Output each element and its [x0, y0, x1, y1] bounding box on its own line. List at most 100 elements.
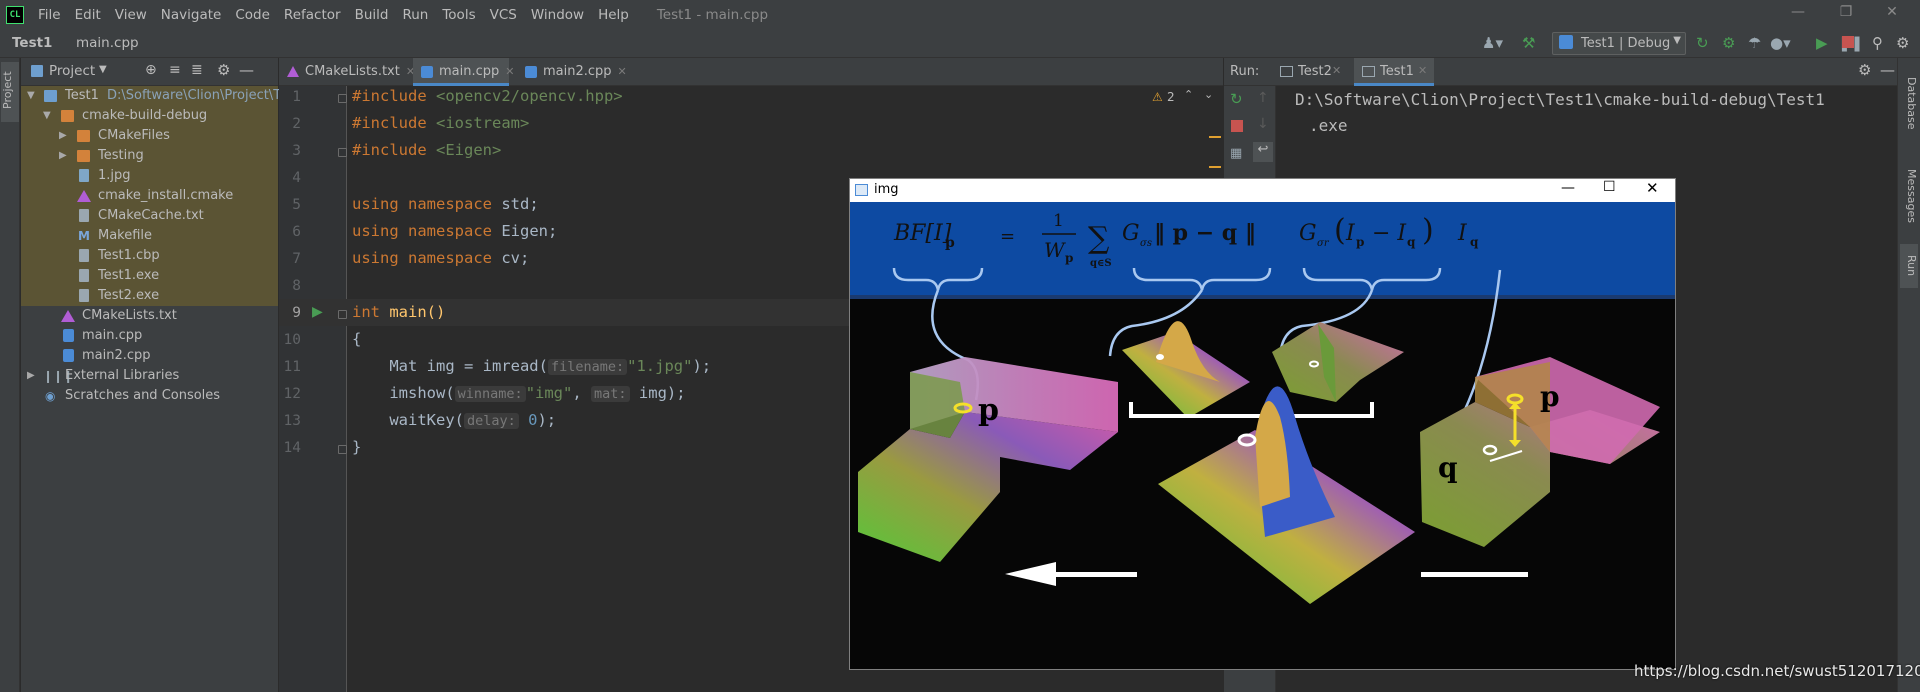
tree-item-test1[interactable]: ▼ Test1 D:\Software\Clion\Project\Tes	[21, 86, 294, 106]
menu-run[interactable]: Run	[396, 7, 436, 23]
error-stripe-marker[interactable]	[1209, 166, 1221, 168]
user-icon[interactable]: ♟▾	[1482, 34, 1503, 52]
rerun-icon[interactable]: ↻	[1230, 90, 1243, 108]
project-tool-button[interactable]: Project	[1, 62, 19, 122]
close-icon[interactable]: ✕	[1872, 4, 1912, 26]
stop-icon[interactable]	[1231, 120, 1243, 132]
arrow-down-icon[interactable]: ↓	[1257, 116, 1269, 132]
combined-weight	[1158, 386, 1415, 604]
tree-item-test1-cbp[interactable]: Test1.cbp	[21, 246, 278, 266]
chevron-down-icon[interactable]: ▼	[27, 86, 35, 106]
run-gutter-icon[interactable]: ▶	[312, 304, 323, 320]
chevron-right-icon[interactable]: ▶	[59, 146, 67, 166]
tab-main-cpp[interactable]: main.cpp ✕	[413, 58, 514, 86]
image-file-icon	[79, 169, 89, 182]
minimize-icon[interactable]: —	[1778, 4, 1818, 26]
tree-item-scratches[interactable]: ◉ Scratches and Consoles	[21, 386, 278, 406]
run-tool-button[interactable]: Run	[1900, 244, 1918, 288]
menu-navigate[interactable]: Navigate	[155, 7, 230, 23]
menu-edit[interactable]: Edit	[69, 7, 109, 23]
menu-refactor[interactable]: Refactor	[278, 7, 349, 23]
fold-icon[interactable]	[338, 148, 347, 157]
profile-icon[interactable]: ●▾	[1770, 34, 1791, 52]
menu-file[interactable]: File	[32, 7, 69, 23]
coverage-icon[interactable]: ☂	[1748, 34, 1761, 52]
tree-item-cmakefiles[interactable]: ▶ CMakeFiles	[21, 126, 278, 146]
chevron-down-icon[interactable]: ⌄	[1204, 88, 1213, 101]
close-icon[interactable]: ✕	[505, 65, 514, 78]
debug-icon[interactable]: ⚙	[1722, 34, 1735, 52]
tree-item-cmake-install[interactable]: cmake_install.cmake	[21, 186, 278, 206]
maximize-icon[interactable]: ☐	[1603, 179, 1616, 195]
arrow-up-icon[interactable]: ↑	[1257, 90, 1269, 106]
locate-icon[interactable]: ⊕	[145, 62, 157, 78]
tree-item-1jpg[interactable]: 1.jpg	[21, 166, 278, 186]
menu-build[interactable]: Build	[349, 7, 397, 23]
layout-icon[interactable]: ▦	[1230, 146, 1242, 161]
tab-cmakelists[interactable]: CMakeLists.txt ✕	[279, 58, 415, 86]
gear-icon[interactable]: ⚙	[217, 61, 230, 79]
tree-item-test1-exe[interactable]: Test1.exe	[21, 266, 278, 286]
tree-item-makefile[interactable]: M Makefile	[21, 226, 278, 246]
close-icon[interactable]: ✕	[1332, 64, 1341, 77]
code-line-2: #include <iostream>	[352, 114, 529, 132]
chevron-right-icon[interactable]: ▶	[59, 126, 67, 146]
error-stripe-marker[interactable]	[1209, 136, 1221, 138]
project-panel-title[interactable]: Project	[49, 63, 95, 79]
image-window-titlebar[interactable]: img — ☐ ✕	[850, 179, 1675, 202]
line-number: 4	[292, 170, 301, 186]
close-icon[interactable]: ✕	[1646, 179, 1659, 197]
search-icon[interactable]: ⚲	[1872, 34, 1883, 52]
settings-icon[interactable]: ⚙	[1896, 34, 1909, 52]
menu-tools[interactable]: Tools	[436, 7, 483, 23]
fold-icon[interactable]	[338, 310, 347, 319]
restore-icon[interactable]: ❐	[1826, 4, 1866, 26]
chevron-down-icon: ▼	[1673, 35, 1681, 46]
chevron-up-icon[interactable]: ⌃	[1184, 88, 1193, 101]
collapse-all-icon[interactable]: ≣	[191, 62, 203, 78]
image-window[interactable]: img — ☐ ✕ BF[I] p = 1 W p ∑ q∈S G σs ‖ p…	[849, 178, 1676, 670]
attach-icon[interactable]: ▶	[1816, 34, 1828, 52]
minimize-icon[interactable]: —	[1561, 180, 1575, 196]
hide-icon[interactable]: —	[239, 61, 254, 79]
hide-icon[interactable]: —	[1880, 61, 1895, 79]
tree-item-cmakelists[interactable]: CMakeLists.txt	[21, 306, 278, 326]
build-hammer-icon[interactable]: ⚒	[1522, 34, 1535, 52]
left-tool-strip	[0, 58, 20, 692]
messages-tool-button[interactable]: Messages	[1900, 154, 1918, 238]
right-tool-strip: Database Messages Run	[1897, 58, 1920, 692]
rerun-icon[interactable]: ↻	[1696, 34, 1709, 52]
soft-wrap-icon[interactable]: ↩	[1253, 142, 1273, 162]
tree-item-main2-cpp[interactable]: main2.cpp	[21, 346, 278, 366]
close-icon[interactable]: ✕	[618, 65, 627, 78]
breadcrumb-project[interactable]: Test1	[12, 35, 52, 51]
warning-icon[interactable]: ⚠	[1152, 90, 1163, 104]
tab-main2-cpp[interactable]: main2.cpp ✕	[517, 58, 627, 86]
breadcrumb-file[interactable]: main.cpp	[76, 35, 139, 51]
menu-help[interactable]: Help	[592, 7, 637, 23]
menu-code[interactable]: Code	[229, 7, 278, 23]
chevron-right-icon[interactable]: ▶	[27, 366, 35, 386]
fold-icon[interactable]	[338, 94, 347, 103]
stop-icon[interactable]	[1842, 36, 1854, 48]
menu-view[interactable]: View	[109, 7, 155, 23]
close-icon[interactable]: ✕	[1418, 64, 1427, 77]
expand-all-icon[interactable]: ≡	[169, 62, 181, 78]
tree-item-cmake-build-debug[interactable]: ▼ cmake-build-debug	[21, 106, 278, 126]
tree-item-main-cpp[interactable]: main.cpp	[21, 326, 278, 346]
database-tool-button[interactable]: Database	[1900, 66, 1918, 140]
gear-icon[interactable]: ⚙	[1858, 61, 1871, 79]
chevron-down-icon[interactable]: ▼	[43, 106, 51, 126]
tree-item-external-libraries[interactable]: ▶ ❙❙❙ External Libraries	[21, 366, 278, 386]
chevron-down-icon[interactable]: ▼	[99, 64, 107, 75]
tree-item-testing[interactable]: ▶ Testing	[21, 146, 278, 166]
left-arrow-shaft	[1050, 572, 1137, 577]
fold-icon[interactable]	[338, 445, 347, 454]
tree-item-label: Testing	[98, 148, 144, 163]
tree-item-test2-exe[interactable]: Test2.exe	[21, 286, 278, 306]
menu-window[interactable]: Window	[525, 7, 592, 23]
line-number: 2	[292, 116, 301, 132]
menu-vcs[interactable]: VCS	[484, 7, 525, 23]
run-configuration-select[interactable]: Test1 | Debug ▼	[1552, 32, 1686, 55]
tree-item-cmakecache[interactable]: CMakeCache.txt	[21, 206, 278, 226]
